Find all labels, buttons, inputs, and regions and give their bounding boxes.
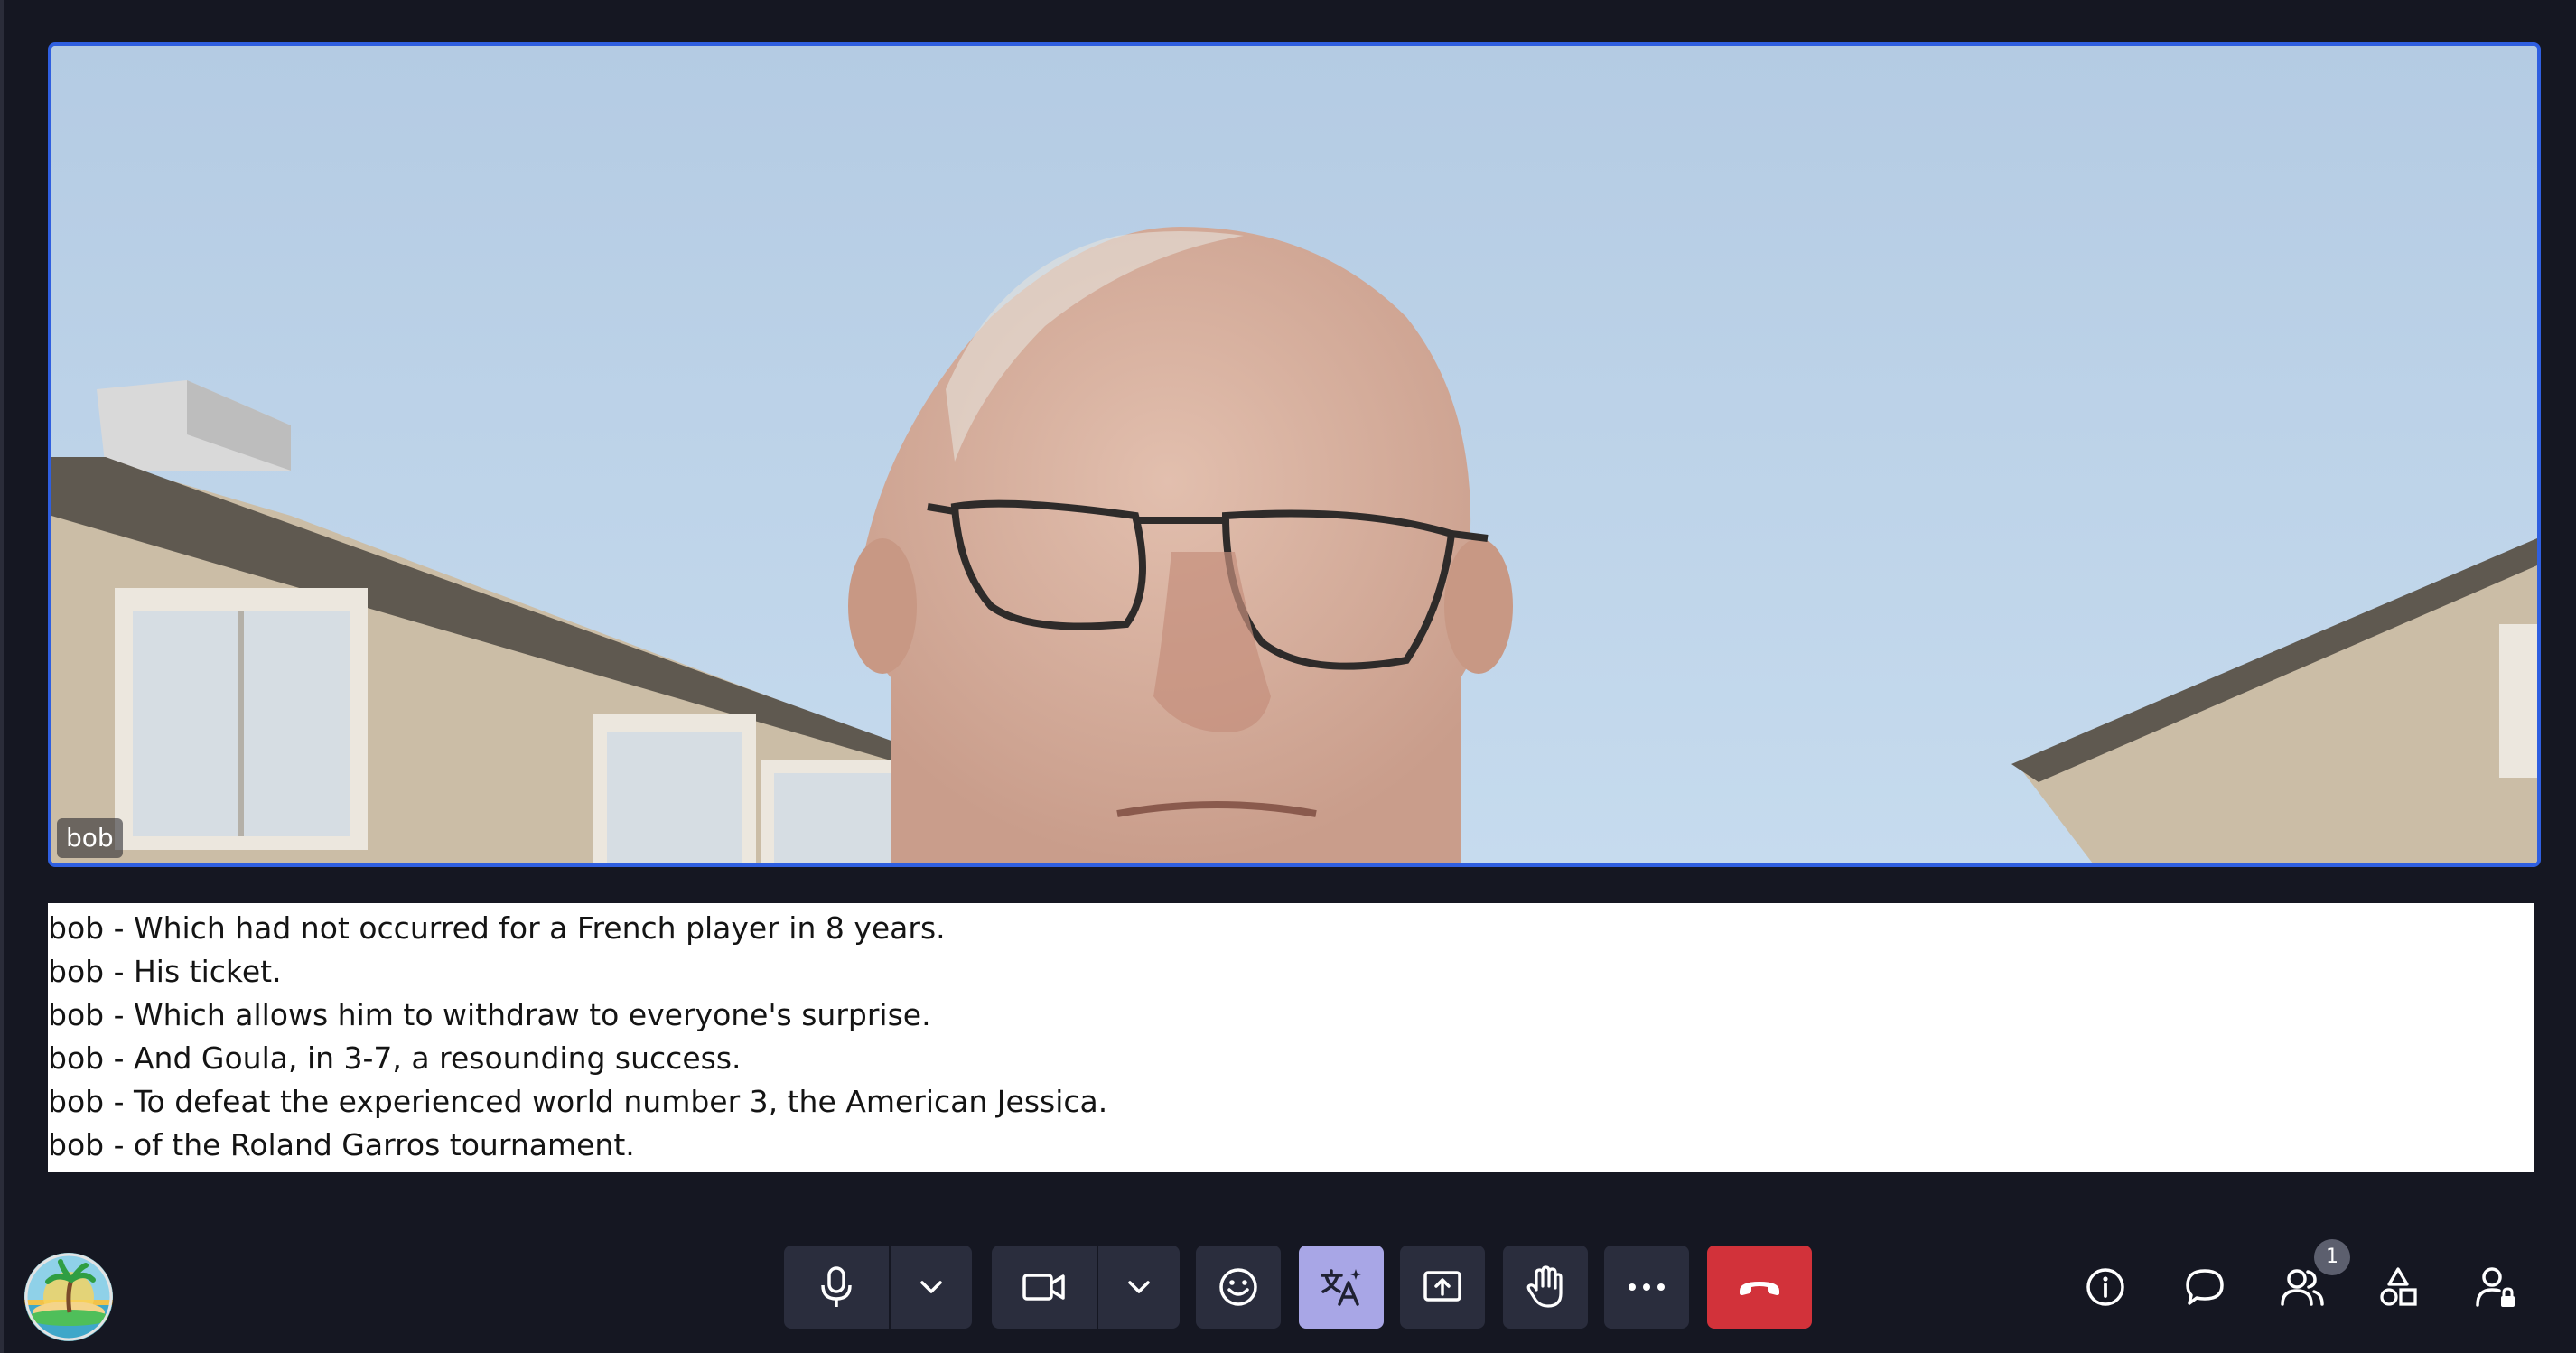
- share-screen-icon: [1423, 1271, 1461, 1302]
- microphone-button[interactable]: [784, 1246, 889, 1329]
- chat-bubble-icon: [2186, 1269, 2224, 1305]
- captions-panel: bob - Which had not occurred for a Frenc…: [48, 903, 2534, 1172]
- shapes-icon: [2380, 1267, 2417, 1306]
- participants-count-badge: 1: [2314, 1239, 2350, 1275]
- palm-island-icon: [24, 1253, 113, 1341]
- caption-line: bob - To defeat the experienced world nu…: [48, 1084, 1108, 1119]
- chevron-down-icon: [920, 1281, 942, 1293]
- microphone-icon: [821, 1266, 852, 1307]
- caption-line: bob - His ticket.: [48, 954, 282, 989]
- translation-button[interactable]: [1299, 1246, 1384, 1329]
- reactions-button[interactable]: [1196, 1246, 1281, 1329]
- smiley-icon: [1219, 1268, 1257, 1306]
- camera-options-button[interactable]: [1098, 1246, 1180, 1329]
- caption-line: bob - Which had not occurred for a Frenc…: [48, 910, 946, 946]
- tools-button[interactable]: [2368, 1257, 2428, 1317]
- chat-button[interactable]: [2175, 1257, 2235, 1317]
- hang-up-button[interactable]: [1707, 1246, 1812, 1329]
- participant-video-tile[interactable]: bob: [48, 42, 2541, 867]
- phone-hangup-icon: [1740, 1282, 1779, 1295]
- info-button[interactable]: [2076, 1257, 2135, 1317]
- caption-line: bob - Which allows him to withdraw to ev…: [48, 997, 931, 1032]
- people-icon: [2281, 1269, 2324, 1306]
- video-frame: [51, 46, 2537, 863]
- share-screen-button[interactable]: [1400, 1246, 1485, 1329]
- camera-button[interactable]: [992, 1246, 1097, 1329]
- raise-hand-button[interactable]: [1503, 1246, 1588, 1329]
- hand-icon: [1526, 1265, 1563, 1308]
- user-lock-icon: [2476, 1267, 2515, 1307]
- video-call-app: bob bob - Which had not occurred for a F…: [0, 0, 2576, 1353]
- caption-line: bob - of the Roland Garros tournament.: [48, 1127, 635, 1162]
- participant-name-tag: bob: [57, 818, 123, 858]
- info-icon: [2086, 1268, 2124, 1306]
- translate-icon: [1321, 1269, 1361, 1306]
- window-edge: [0, 0, 4, 1353]
- caption-line: bob - And Goula, in 3-7, a resounding su…: [48, 1040, 742, 1076]
- chevron-down-icon: [1128, 1281, 1150, 1293]
- user-avatar[interactable]: [24, 1253, 113, 1341]
- video-camera-icon: [1022, 1274, 1065, 1301]
- more-icon: [1629, 1283, 1665, 1291]
- microphone-options-button[interactable]: [891, 1246, 972, 1329]
- admin-button[interactable]: [2466, 1257, 2525, 1317]
- more-options-button[interactable]: [1604, 1246, 1689, 1329]
